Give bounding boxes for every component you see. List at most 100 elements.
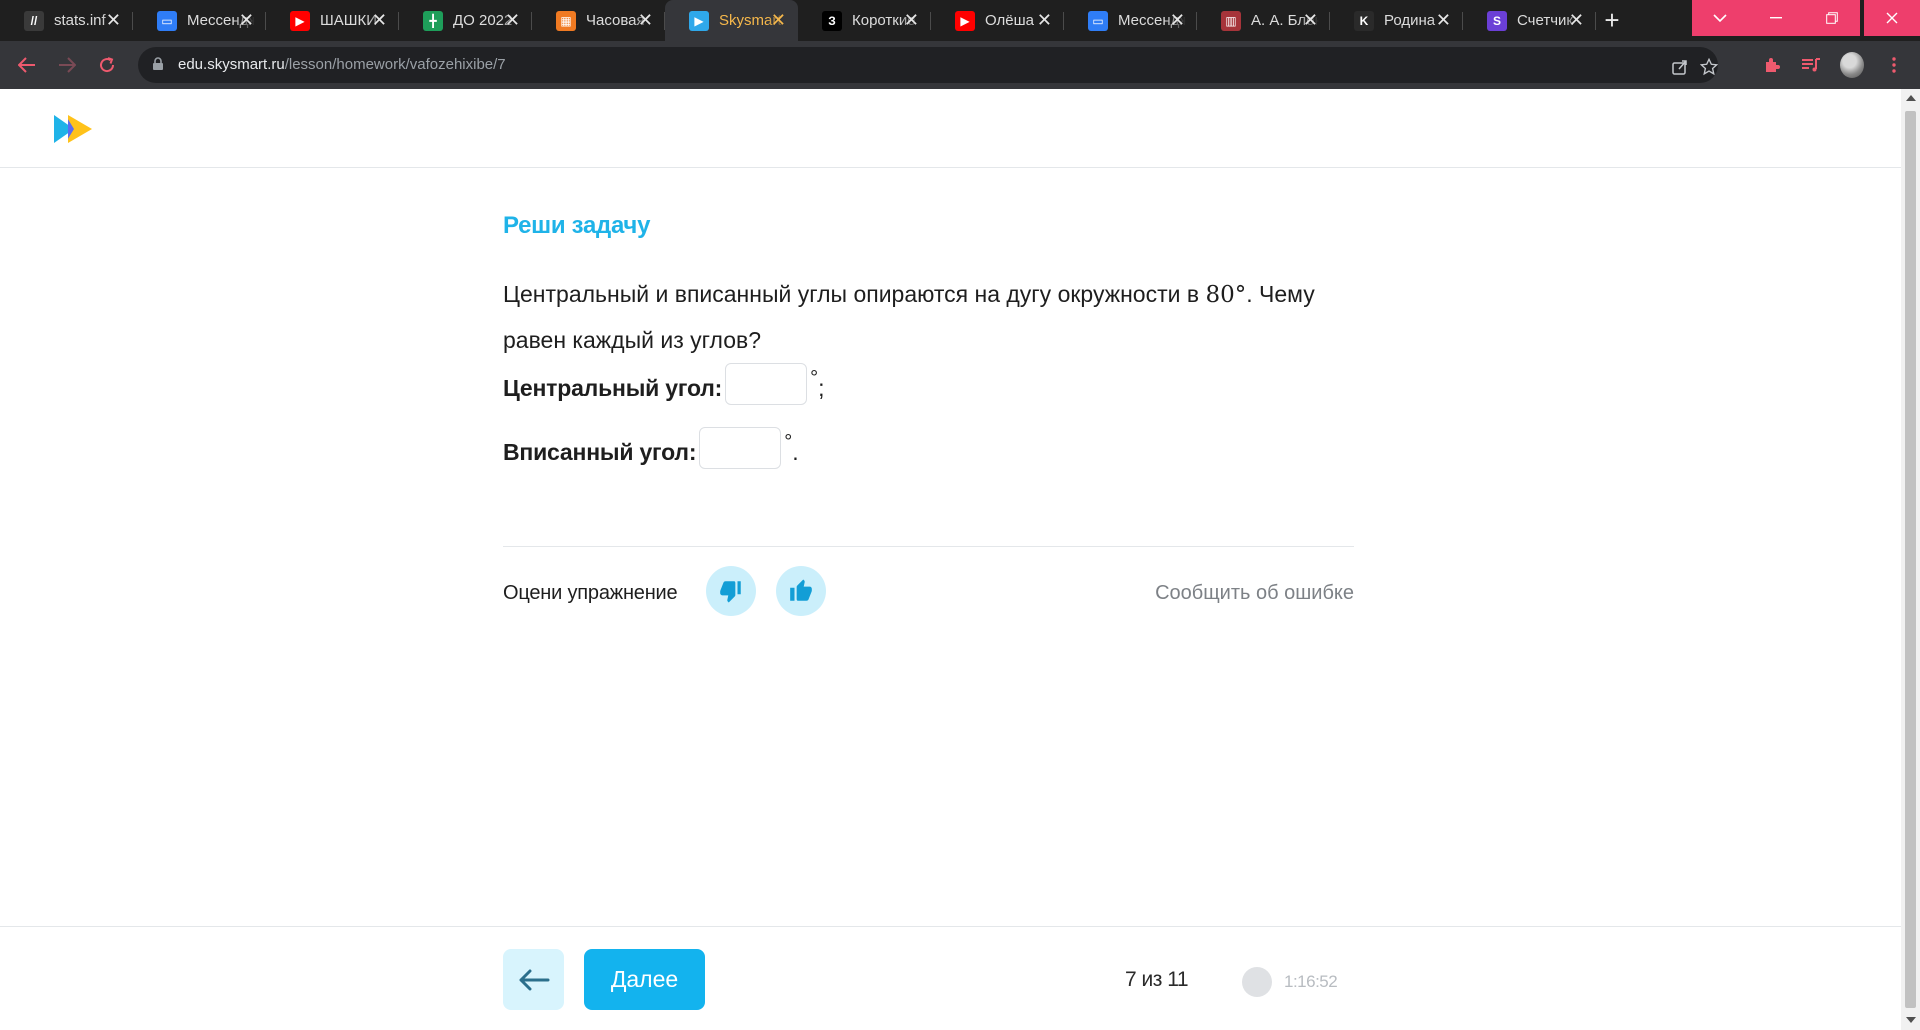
tab-close-icon[interactable]: ✕ (505, 10, 520, 30)
degree-sign: ° (810, 367, 819, 389)
scroll-down-arrow[interactable] (1906, 1017, 1916, 1023)
restore-button[interactable] (1804, 0, 1860, 36)
timer-text: 1:16:52 (1284, 972, 1338, 991)
reload-button[interactable] (92, 50, 122, 80)
tab-close-icon[interactable]: ✕ (372, 10, 387, 30)
central-angle-label: Центральный угол: (503, 375, 723, 401)
share-icon (1672, 60, 1687, 75)
tab-close-icon[interactable]: ✕ (1303, 10, 1318, 30)
forward-nav-button[interactable] (52, 50, 82, 80)
back-nav-button[interactable] (12, 50, 42, 80)
inscribed-angle-suffix: . (792, 439, 799, 465)
question-text-part1: Центральный и вписанный углы опираются н… (503, 281, 1206, 307)
inscribed-angle-label: Вписанный угол: (503, 439, 697, 465)
restore-icon (1826, 12, 1838, 24)
browser-tab[interactable]: ▥ А. А. Блок ✕ (1197, 0, 1330, 41)
scroll-up-arrow[interactable] (1906, 95, 1916, 101)
browser-tab[interactable]: ▭Мессенджер✕ (1064, 0, 1197, 41)
browser-tab[interactable]: ╋ ДО 2022 ✕ (399, 0, 532, 41)
s-icon: S (1487, 10, 1507, 31)
dislike-button[interactable] (706, 566, 756, 616)
tab-separator (1595, 12, 1596, 30)
browser-tab[interactable]: K Родина ✕ (1330, 0, 1463, 41)
tab-close-icon[interactable]: ✕ (638, 10, 653, 30)
inscribed-angle-row: Вписанный угол: ° . (503, 427, 799, 469)
tab-close-icon[interactable]: ✕ (106, 10, 121, 30)
kebab-menu-icon (1892, 57, 1896, 73)
browser-tab[interactable]: ▶ Олёша ✕ (931, 0, 1064, 41)
menu-button[interactable] (1882, 53, 1906, 77)
degree-sign: ° (784, 431, 793, 453)
browser-tab[interactable]: ▶ Skysmart ✕ (665, 0, 798, 41)
browser-toolbar: edu.skysmart.ru/lesson/homework/vafozehi… (0, 41, 1920, 89)
library-icon: ▥ (1221, 10, 1241, 31)
footer-nav: Далее 7 из 11 1:16:52 (0, 926, 1901, 1030)
next-button[interactable]: Далее (584, 949, 705, 1010)
skysmart-icon: ▶ (689, 10, 709, 31)
z-icon: З (822, 10, 842, 31)
inscribed-angle-input[interactable] (699, 427, 782, 469)
report-error-link[interactable]: Сообщить об ошибке (1155, 582, 1354, 605)
central-angle-row: Центральный угол: ° ; (503, 363, 825, 405)
browser-tab[interactable]: ▭Мессенджер✕ (133, 0, 266, 41)
extensions-button[interactable] (1760, 53, 1784, 77)
tab-close-icon[interactable]: ✕ (1436, 10, 1451, 30)
clock-icon (1242, 967, 1272, 997)
browser-tab[interactable]: //stats.inf ✕ (0, 0, 133, 41)
close-window-button[interactable] (1864, 0, 1920, 36)
sheets-icon: ╋ (423, 10, 443, 31)
address-bar[interactable]: edu.skysmart.ru/lesson/homework/vafozehi… (138, 47, 1718, 83)
youtube-icon: ▶ (290, 10, 310, 31)
messenger-icon: ▭ (157, 10, 177, 31)
task-title: Реши задачу (503, 212, 651, 239)
url-path: /lesson/homework/vafozehixibe/7 (284, 56, 506, 73)
central-angle-input[interactable] (725, 363, 808, 405)
tab-close-icon[interactable]: ✕ (1170, 10, 1185, 30)
web-page: Реши задачу Центральный и вписанный углы… (0, 89, 1901, 1030)
tab-close-icon[interactable]: ✕ (1569, 10, 1584, 30)
like-button[interactable] (776, 566, 826, 616)
page-scrollbar[interactable] (1901, 89, 1920, 1030)
browser-tab[interactable]: ▶ ШАШКИ ✕ (266, 0, 399, 41)
site-header (0, 89, 1901, 168)
tab-close-icon[interactable]: ✕ (771, 10, 786, 30)
tab-close-icon[interactable]: ✕ (239, 10, 254, 30)
messenger-icon: ▭ (1088, 10, 1108, 31)
playlist-icon (1802, 58, 1820, 72)
browser-tab[interactable]: З Короткие ✕ (798, 0, 931, 41)
thumbs-up-icon (790, 579, 812, 601)
arrow-left-icon (18, 57, 35, 73)
chevron-down-icon (1713, 14, 1727, 23)
media-controls-button[interactable] (1799, 53, 1823, 77)
youtube-icon: ▶ (955, 10, 975, 31)
scrollbar-thumb[interactable] (1905, 111, 1916, 1008)
close-icon (1886, 12, 1898, 24)
url-text[interactable]: edu.skysmart.ru/lesson/homework/vafozehi… (178, 56, 506, 73)
thumbs-down-icon (720, 581, 741, 603)
chart-icon: // (24, 10, 44, 31)
central-angle-suffix: ; (818, 375, 825, 401)
url-host: edu.skysmart.ru (178, 56, 285, 73)
browser-tab-strip: //stats.inf✕▭Мессенджер✕▶ШАШКИ✕╋ДО 2022✕… (0, 0, 1920, 41)
avatar (1840, 52, 1864, 78)
bookmark-button[interactable] (1697, 55, 1721, 79)
tab-close-icon[interactable]: ✕ (904, 10, 919, 30)
browser-tab[interactable]: S Счетчик ✕ (1463, 0, 1596, 41)
minimize-button[interactable] (1748, 0, 1804, 36)
reload-icon (100, 57, 115, 73)
puzzle-icon (1766, 58, 1780, 72)
k-icon: K (1354, 10, 1374, 31)
browser-tab[interactable]: ▦ Часовая ✕ (532, 0, 665, 41)
lock-icon[interactable] (152, 57, 164, 71)
progress-indicator: 7 из 11 (1125, 968, 1189, 991)
skysmart-logo[interactable] (52, 114, 94, 149)
new-tab-button[interactable]: + (1598, 6, 1626, 34)
arrow-right-icon (59, 57, 76, 73)
minimize-icon (1770, 17, 1782, 19)
profile-button[interactable] (1840, 52, 1864, 78)
divider (503, 546, 1354, 547)
previous-task-button[interactable] (503, 949, 564, 1010)
share-button[interactable] (1668, 55, 1692, 79)
tab-close-icon[interactable]: ✕ (1037, 10, 1052, 30)
tab-search-button[interactable] (1692, 0, 1748, 36)
